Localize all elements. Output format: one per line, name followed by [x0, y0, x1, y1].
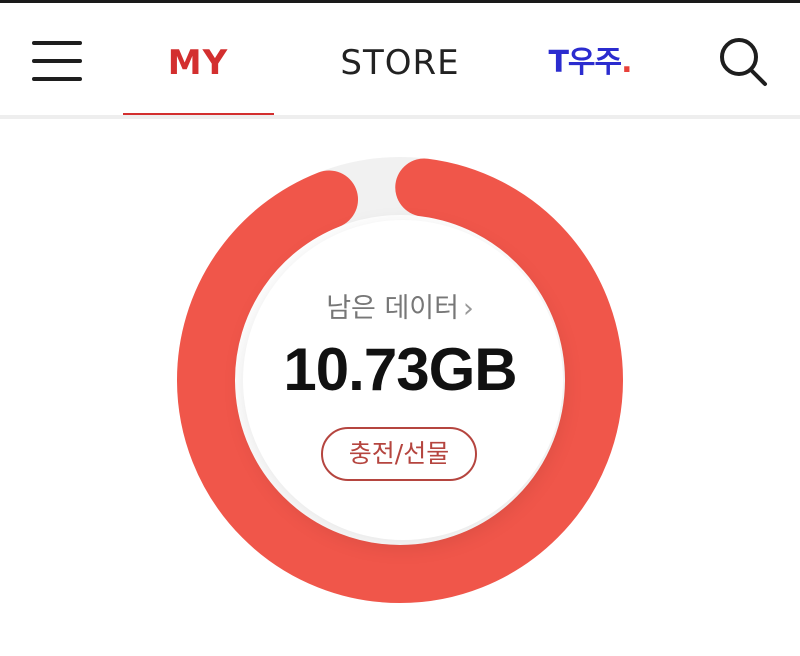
remaining-data-label: 남은 데이터 — [326, 293, 459, 324]
top-navigation: MY STORE T우주. — [0, 3, 800, 115]
tab-tuniverse[interactable]: T우주. — [530, 33, 650, 93]
tuniverse-logo-text: T우주 — [548, 45, 622, 80]
header-divider — [0, 115, 800, 119]
tab-my[interactable]: MY — [123, 33, 273, 93]
search-icon[interactable] — [712, 33, 774, 91]
tuniverse-logo-dot: . — [621, 45, 632, 80]
hamburger-menu-icon[interactable] — [22, 31, 92, 91]
remaining-data-value: 10.73GB — [283, 336, 517, 403]
chevron-right-icon: › — [462, 293, 474, 324]
tab-store[interactable]: STORE — [315, 33, 485, 93]
remaining-data-link[interactable]: 남은 데이터 › — [250, 286, 550, 325]
charge-gift-button[interactable]: 충전/선물 — [321, 427, 477, 481]
